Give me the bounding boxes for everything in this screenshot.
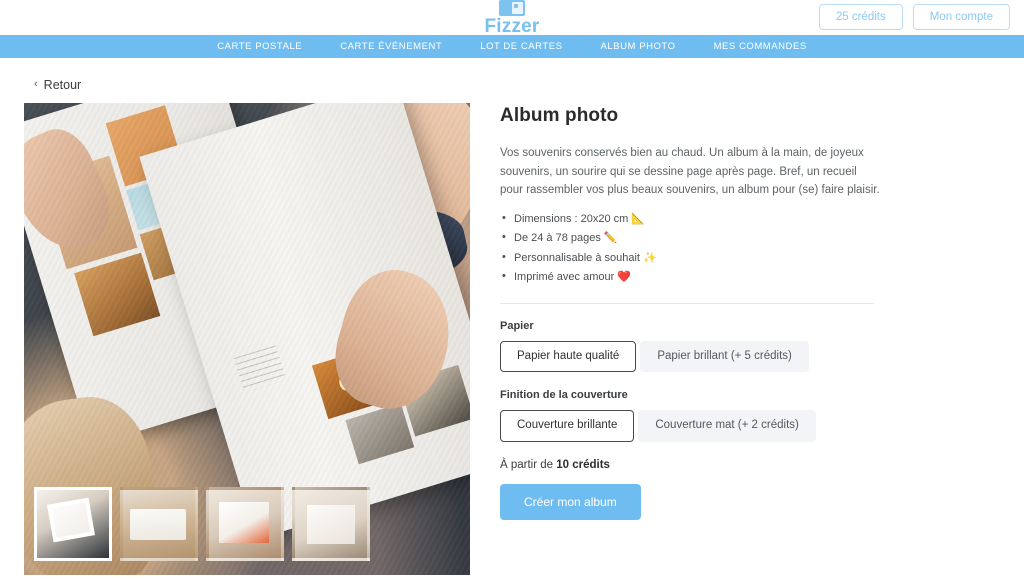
main-navigation: CARTE POSTALE CARTE ÉVÉNEMENT LOT DE CAR… — [0, 35, 1024, 58]
gallery-thumbnails — [34, 487, 370, 561]
nav-item-carte-evenement[interactable]: CARTE ÉVÉNEMENT — [340, 41, 442, 52]
header-actions: 25 crédits Mon compte — [818, 4, 1010, 30]
site-header: Fizzer 25 crédits Mon compte — [0, 0, 1024, 36]
photo-detail-hand-right — [323, 258, 465, 422]
page-title: Album photo — [500, 105, 619, 126]
album-caption-text — [233, 345, 287, 393]
nav-item-lot-de-cartes[interactable]: LOT DE CARTES — [480, 41, 562, 52]
account-button[interactable]: Mon compte — [912, 4, 1010, 30]
album-page-right — [139, 103, 470, 540]
brand-name: Fizzer — [484, 15, 540, 37]
album-photo-2 — [105, 105, 185, 187]
gallery-thumbnail-2[interactable] — [120, 487, 198, 561]
price-value: 10 crédits — [556, 458, 610, 471]
album-photo-4 — [139, 216, 213, 281]
product-details: Album photo Vos souvenirs conservés bien… — [500, 103, 880, 575]
option-couverture-brillante[interactable]: Couverture brillante — [500, 410, 635, 442]
album-photo-3 — [126, 172, 198, 231]
option-papier-brillant[interactable]: Papier brillant (+ 5 crédits) — [640, 340, 809, 373]
album-photo-1 — [38, 155, 138, 270]
back-row: ‹ Retour — [0, 58, 1024, 92]
album-photo-6 — [311, 350, 379, 420]
product-features: Dimensions : 20x20 cm 📐 De 24 à 78 pages… — [500, 211, 880, 285]
price-prefix: À partir de — [500, 458, 557, 471]
nav-item-carte-postale[interactable]: CARTE POSTALE — [217, 41, 302, 52]
fizzer-logo-icon — [498, 0, 525, 16]
feature-item-dimensions: Dimensions : 20x20 cm 📐 — [500, 211, 880, 227]
create-album-button[interactable]: Créer mon album — [500, 483, 641, 520]
option-group-label-papier: Papier — [500, 319, 534, 332]
option-group-couverture: Couverture brillante Couverture mat (+ 2… — [500, 410, 880, 442]
back-link-label: Retour — [43, 77, 82, 92]
album-photo-7 — [360, 313, 438, 384]
option-group-label-couverture: Finition de la couverture — [500, 389, 628, 402]
album-photo-9 — [398, 364, 470, 437]
section-divider — [500, 302, 874, 304]
option-group-papier: Papier haute qualité Papier brillant (+ … — [500, 340, 880, 373]
option-papier-haute-qualite[interactable]: Papier haute qualité — [500, 340, 637, 373]
photo-detail-knee — [315, 103, 470, 275]
gallery-thumbnail-4[interactable] — [292, 487, 370, 561]
chevron-left-icon: ‹ — [34, 78, 38, 90]
album-page-left — [24, 103, 314, 446]
back-link[interactable]: ‹ Retour — [34, 78, 81, 92]
product-gallery[interactable] — [24, 103, 470, 575]
feature-item-pages: De 24 à 78 pages ✏️ — [500, 230, 880, 246]
photo-detail-denim — [332, 200, 470, 296]
photo-detail-hand-left — [24, 119, 123, 263]
album-photo-8 — [345, 403, 415, 465]
option-couverture-mat[interactable]: Couverture mat (+ 2 crédits) — [638, 410, 816, 442]
gallery-thumbnail-1[interactable] — [34, 487, 112, 561]
product-page: Album photo Vos souvenirs conservés bien… — [0, 92, 1024, 575]
gallery-thumbnail-3[interactable] — [206, 487, 284, 561]
nav-item-mes-commandes[interactable]: MES COMMANDES — [714, 41, 807, 52]
product-description: Vos souvenirs conservés bien au chaud. U… — [500, 147, 880, 197]
feature-item-imprime: Imprimé avec amour ❤️ — [500, 269, 880, 285]
feature-item-personnalisable: Personnalisable à souhait ✨ — [500, 250, 880, 266]
price-line: À partir de 10 crédits — [500, 459, 880, 471]
nav-item-album-photo[interactable]: ALBUM PHOTO — [601, 41, 676, 52]
album-photo-5 — [74, 252, 161, 337]
brand-logo[interactable]: Fizzer — [484, 0, 539, 36]
credits-button[interactable]: 25 crédits — [818, 4, 903, 30]
